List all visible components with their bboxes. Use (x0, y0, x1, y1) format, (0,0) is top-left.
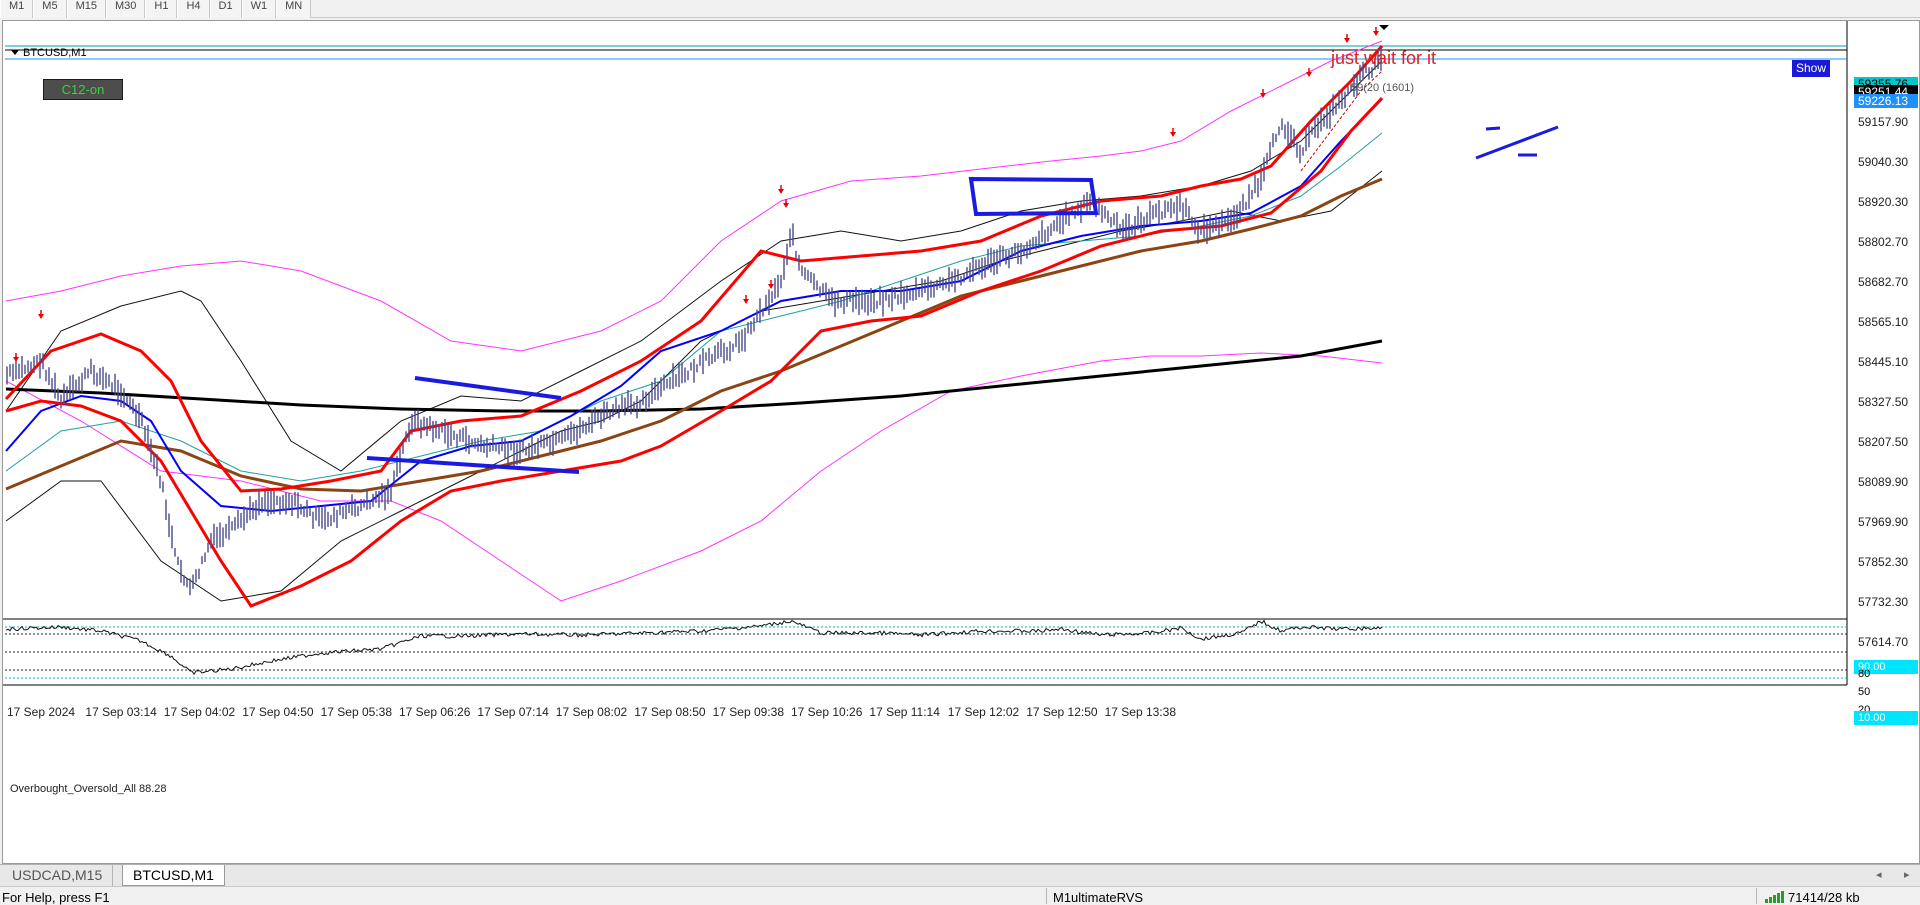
price-tick-label: 58565.10 (1858, 315, 1909, 329)
time-tick-label: 17 Sep 07:14 (477, 705, 549, 719)
time-tick-label: 17 Sep 06:26 (399, 705, 471, 719)
time-tick-label: 17 Sep 11:14 (869, 705, 940, 719)
timeframe-toolbar: M1 M5 M15 M30 H1 H4 D1 W1 MN (0, 0, 1920, 18)
price-tick-label: 57614.70 (1858, 635, 1909, 649)
chart-window[interactable]: BTCUSD,M1 C12-on just wait for it Show 5… (2, 20, 1920, 864)
chart-annotation-text: just wait for it (1331, 48, 1437, 68)
drawn-line (1475, 125, 1559, 160)
time-tick-label: 17 Sep 12:50 (1026, 705, 1098, 719)
time-tick-label: 17 Sep 05:38 (320, 705, 392, 719)
sell-signal-arrow-icon (768, 284, 774, 289)
sell-signal-arrow-icon (38, 314, 44, 319)
sell-signal-arrow-icon (13, 357, 19, 362)
price-tick-label: 58089.90 (1858, 475, 1909, 489)
timeframe-h4-button[interactable]: H4 (177, 0, 210, 18)
oscillator-title: Overbought_Oversold_All 88.28 (10, 783, 167, 795)
time-tick-label: 17 Sep 04:50 (242, 705, 314, 719)
time-tick-label: 17 Sep 04:02 (163, 705, 236, 719)
timeframe-w1-button[interactable]: W1 (241, 0, 277, 18)
lower-envelope-line (5, 352, 1383, 602)
price-tick-label: 57852.30 (1858, 555, 1909, 569)
sell-signal-arrow-icon (783, 203, 789, 208)
collapse-triangle-icon[interactable] (11, 50, 19, 55)
sell-signal-arrow-icon (743, 299, 749, 304)
price-tick-label: 58802.70 (1858, 235, 1909, 249)
connection-signal-icon (1765, 891, 1784, 903)
status-help-text: For Help, press F1 (2, 890, 110, 905)
drawn-line (1485, 126, 1501, 131)
tab-usdcad-m15[interactable]: USDCAD,M15 (2, 865, 114, 886)
time-tick-label: 17 Sep 12:02 (947, 705, 1020, 719)
timeframe-m5-button[interactable]: M5 (33, 0, 67, 18)
sell-signal-arrow-icon (778, 189, 784, 194)
ask-price-badge: 59226.13 (1854, 94, 1918, 108)
current-bar-marker-icon (1379, 25, 1389, 30)
chart-symbol-title: BTCUSD,M1 (11, 47, 87, 59)
time-tick-label: 17 Sep 10:26 (791, 705, 863, 719)
oscillator-line (5, 619, 1383, 676)
time-tick-label: 17 Sep 2024 (7, 705, 76, 719)
oscillator-level-label: 10.00 (1854, 711, 1918, 725)
price-tick-label: 58445.10 (1858, 355, 1909, 369)
status-separator (1756, 888, 1757, 904)
teal-moving-average-line (5, 132, 1383, 482)
status-traffic: 71414/28 kb (1788, 890, 1860, 905)
red-lower-band-line (5, 96, 1384, 608)
timeframe-m1-button[interactable]: M1 (0, 0, 34, 18)
chart-tab-bar: USDCAD,M15 BTCUSD,M1 ◂ ▸ (0, 864, 1920, 886)
time-tick-label: 17 Sep 03:14 (85, 705, 157, 719)
oscillator-level-label: 50 (1858, 686, 1871, 698)
tab-scroll-right-icon[interactable]: ▸ (1904, 868, 1910, 881)
price-tick-label: 57969.90 (1858, 515, 1909, 529)
show-button[interactable]: Show (1792, 60, 1830, 77)
price-tick-label: 59040.30 (1858, 155, 1909, 169)
sell-signal-arrow-icon (1306, 72, 1312, 77)
bollinger-lower-line (5, 170, 1383, 602)
brown-moving-average-line (5, 177, 1383, 493)
candlestick-series (6, 48, 1382, 596)
price-tick-label: 59157.90 (1858, 115, 1909, 129)
upper-envelope-line (5, 40, 1383, 352)
price-tick-label: 58920.30 (1858, 195, 1909, 209)
price-tick-label: 58207.50 (1858, 435, 1909, 449)
tab-btcusd-m1[interactable]: BTCUSD,M1 (122, 865, 225, 886)
time-tick-label: 17 Sep 09:38 (712, 705, 784, 719)
sell-signal-arrow-icon (1170, 132, 1176, 137)
price-tick-label: 58682.70 (1858, 275, 1909, 289)
price-tick-label: 58327.50 (1858, 395, 1909, 409)
status-bar: For Help, press F1 M1ultimateRVS 71414/2… (0, 886, 1920, 905)
timeframe-h1-button[interactable]: H1 (145, 0, 178, 18)
indicator-toggle-button[interactable]: C12-on (43, 79, 123, 100)
horizontal-line-label: 59(20 (1601) (1351, 82, 1414, 94)
timeframe-d1-button[interactable]: D1 (209, 0, 242, 18)
blue-moving-average-line (5, 98, 1383, 513)
sell-signal-arrow-icon (1344, 38, 1350, 43)
tab-scroll-left-icon[interactable]: ◂ (1876, 868, 1882, 881)
time-tick-label: 17 Sep 13:38 (1104, 705, 1176, 719)
price-chart[interactable] (3, 21, 1919, 863)
symbol-label: BTCUSD,M1 (23, 47, 87, 59)
timeframe-m15-button[interactable]: M15 (66, 0, 106, 18)
trendline-upper (414, 376, 562, 400)
status-separator (1046, 888, 1047, 904)
price-tick-label: 57732.30 (1858, 595, 1909, 609)
timeframe-mn-button[interactable]: MN (276, 0, 312, 18)
sell-signal-arrow-icon (1373, 31, 1379, 36)
oscillator-level-label: 80 (1858, 668, 1871, 680)
trendline-lower (366, 456, 580, 474)
status-profile-name: M1ultimateRVS (1053, 890, 1144, 905)
timeframe-m30-button[interactable]: M30 (105, 0, 146, 18)
time-tick-label: 17 Sep 08:50 (634, 705, 706, 719)
time-tick-label: 17 Sep 08:02 (555, 705, 628, 719)
